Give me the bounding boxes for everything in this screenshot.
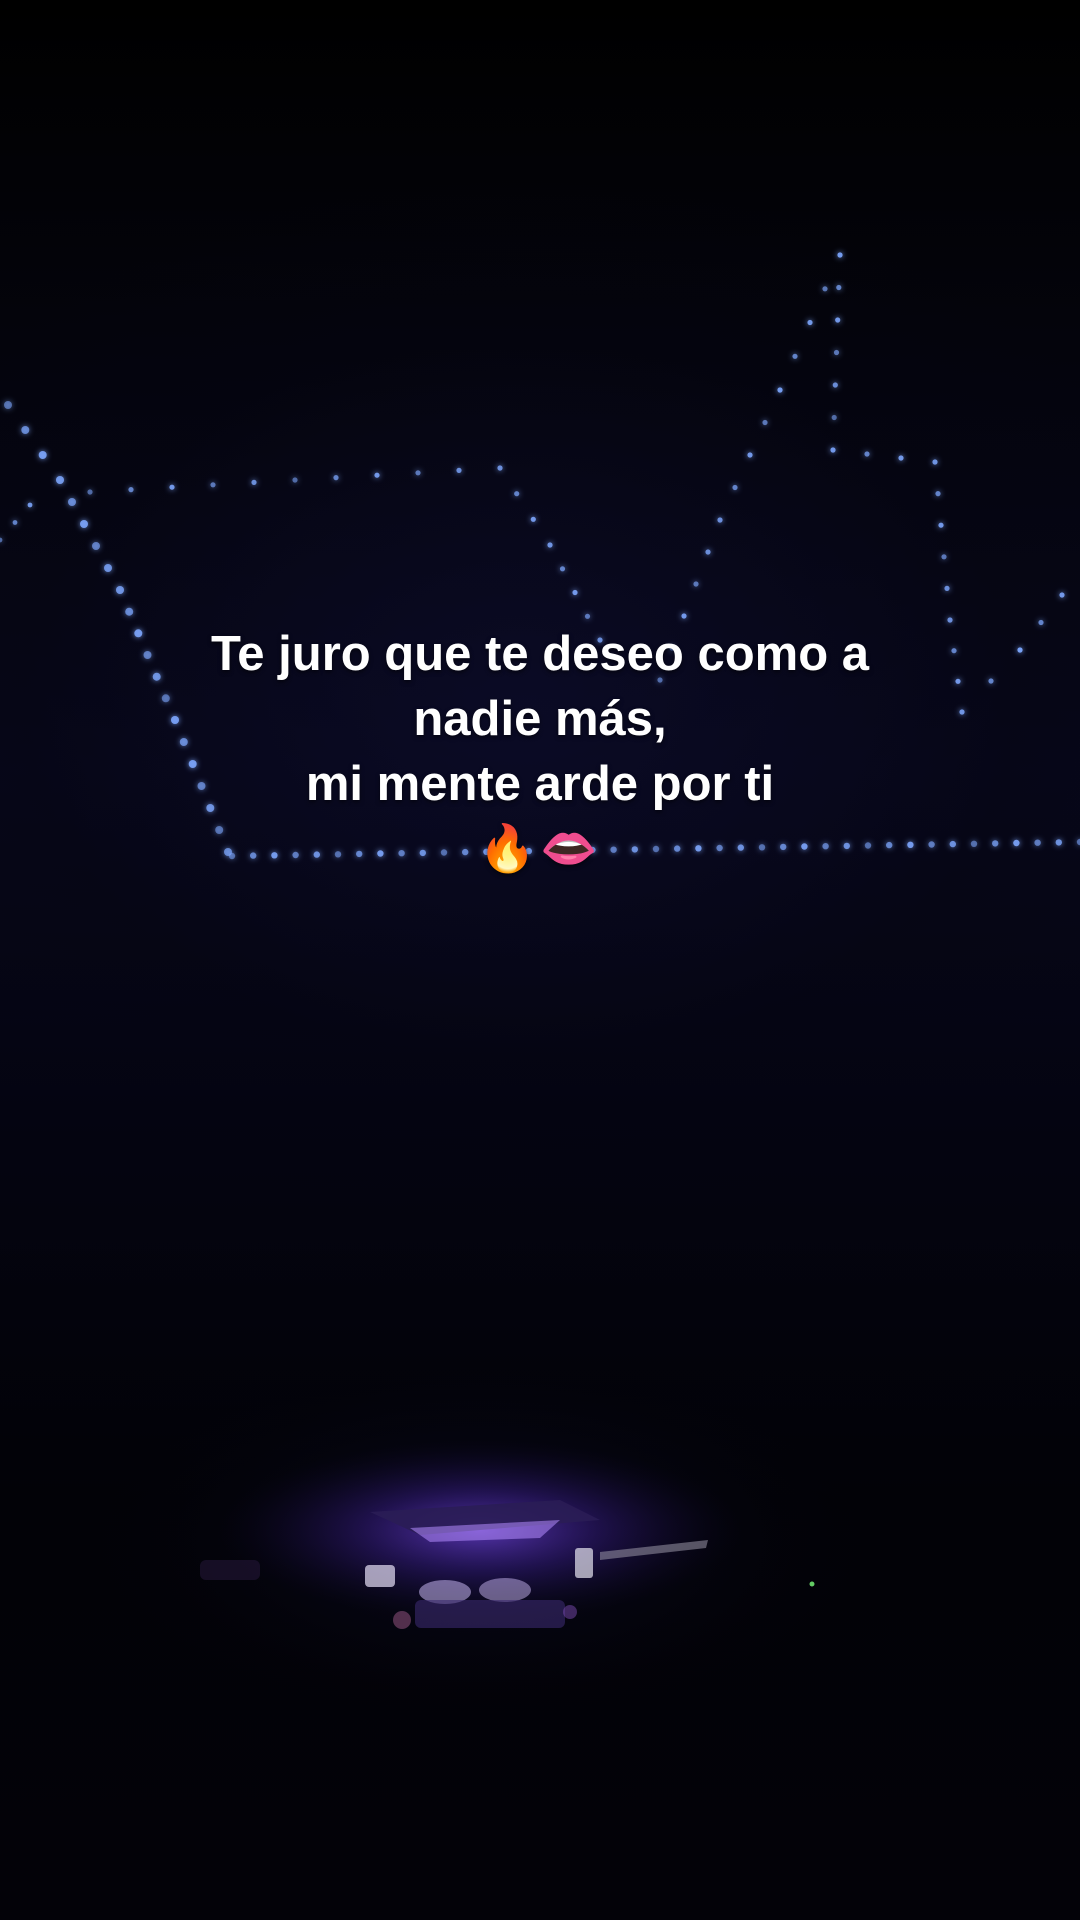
led-dot	[547, 542, 553, 548]
led-dot	[80, 520, 88, 528]
led-dot	[104, 564, 112, 572]
led-dot	[1013, 839, 1020, 847]
fire-lips-emoji: 🔥👄	[478, 822, 602, 874]
led-dot	[12, 520, 18, 525]
led-dot	[932, 459, 938, 465]
led-dot	[762, 419, 768, 426]
led-dot	[681, 613, 687, 619]
led-dot	[210, 482, 216, 488]
led-dot	[833, 349, 840, 356]
video-caption: Te juro que te deseo como a nadie más, m…	[90, 622, 990, 877]
led-dot	[717, 517, 723, 523]
led-dot	[497, 465, 503, 471]
led-dot	[68, 498, 76, 506]
led-dot	[1055, 839, 1063, 846]
led-dot	[898, 455, 904, 461]
led-dot	[1059, 592, 1065, 598]
led-dot	[584, 613, 591, 619]
caption-line-1: Te juro que te deseo como a	[210, 627, 869, 681]
led-dot	[38, 451, 47, 459]
led-dot	[1017, 647, 1023, 653]
led-dot	[836, 284, 842, 291]
led-dot	[87, 489, 93, 495]
led-dot	[572, 589, 578, 596]
caption-line-3: mi mente arde por ti	[305, 757, 775, 811]
led-dot	[21, 426, 30, 434]
led-dot	[935, 491, 941, 497]
led-dot	[169, 484, 175, 490]
led-dot	[456, 467, 462, 473]
led-dot	[92, 542, 100, 550]
led-dot	[807, 319, 813, 326]
led-dot	[128, 487, 134, 493]
led-dot	[864, 451, 870, 457]
led-dot	[559, 566, 566, 572]
led-dot	[747, 452, 753, 458]
led-dot	[992, 840, 999, 847]
led-dot	[835, 317, 841, 323]
led-dot	[822, 286, 828, 292]
led-dot	[831, 414, 837, 421]
led-dot	[1034, 839, 1041, 846]
led-dot	[693, 581, 699, 587]
led-dot	[27, 502, 33, 508]
led-dot	[941, 554, 947, 560]
led-dot	[837, 252, 843, 258]
led-dot	[777, 387, 783, 393]
led-dot	[832, 382, 838, 388]
led-dot	[938, 522, 944, 528]
room-objects	[60, 1340, 900, 1740]
led-dot	[125, 607, 134, 616]
caption-line-2: nadie más,	[413, 692, 667, 746]
led-dot	[0, 537, 3, 543]
led-dot	[415, 470, 421, 476]
led-string-lights	[0, 252, 1080, 1740]
led-dot	[792, 353, 798, 359]
led-dot	[116, 586, 124, 594]
led-dot	[732, 484, 738, 491]
led-dot	[4, 401, 12, 409]
led-dot	[251, 479, 257, 485]
video-frame: Te juro que te deseo como a nadie más, m…	[0, 0, 1080, 1920]
led-dot	[530, 516, 536, 522]
led-dot	[333, 475, 339, 481]
led-dot	[944, 585, 950, 592]
led-dot	[705, 549, 711, 555]
led-dot	[56, 476, 64, 484]
led-dot	[1038, 619, 1044, 626]
led-dot	[374, 472, 380, 478]
led-dot	[830, 447, 836, 453]
led-dot	[514, 491, 520, 497]
led-dot	[292, 477, 298, 483]
